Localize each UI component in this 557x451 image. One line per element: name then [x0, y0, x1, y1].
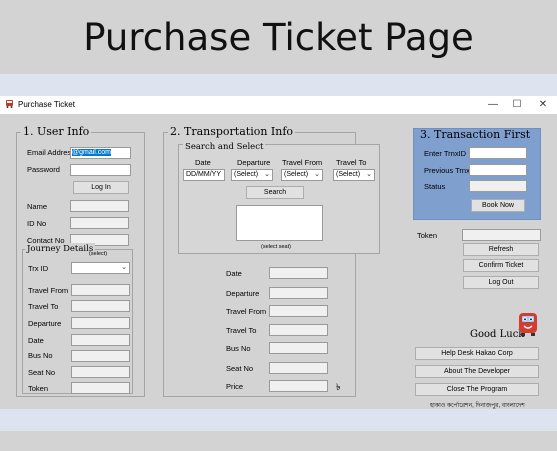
- close-window-button[interactable]: ✕: [532, 97, 554, 113]
- refresh-button[interactable]: Refresh: [463, 243, 539, 256]
- close-program-button[interactable]: Close The Program: [415, 383, 539, 396]
- currency-symbol: ৳: [336, 382, 341, 392]
- from-select-value: (Select): [284, 171, 309, 178]
- user-info-title: 1. User Info: [21, 125, 92, 138]
- date-input[interactable]: DD/MM/YY: [183, 169, 225, 181]
- trans-label-date: Date: [226, 269, 242, 278]
- journey-field-token[interactable]: [71, 382, 130, 394]
- trans-label-bus: Bus No: [226, 344, 251, 353]
- journey-select-hint: (select): [89, 251, 108, 257]
- trans-field-bus[interactable]: [269, 342, 328, 354]
- email-field[interactable]: @gmail.com: [70, 147, 131, 159]
- journey-field-from[interactable]: [71, 284, 130, 296]
- col-departure-label: Departure: [237, 158, 271, 167]
- journey-details-panel: Journey Details (select) Trx ID ⌄ Travel…: [22, 243, 133, 394]
- bottom-strip: [0, 409, 557, 431]
- id-label: ID No: [27, 219, 47, 228]
- login-button[interactable]: Log In: [73, 181, 129, 194]
- status-field[interactable]: [469, 180, 527, 192]
- transaction-panel: 3. Transaction First Enter TrnxID Previo…: [413, 128, 541, 220]
- chevron-down-icon: ⌄: [264, 171, 270, 178]
- prev-trnx-field[interactable]: [469, 164, 527, 176]
- chevron-down-icon: ⌄: [121, 264, 127, 271]
- bus-mascot-icon: [519, 313, 537, 336]
- trnx-id-label: Enter TrnxID: [424, 149, 467, 158]
- departure-select-value: (Select): [234, 171, 259, 178]
- seat-list[interactable]: [236, 205, 323, 241]
- from-select[interactable]: (Select) ⌄: [281, 169, 323, 181]
- window-title: Purchase Ticket: [18, 100, 75, 109]
- journey-field-date[interactable]: [71, 334, 130, 346]
- confirm-ticket-button[interactable]: Confirm Ticket: [463, 259, 539, 272]
- about-developer-button[interactable]: About The Developer: [415, 365, 539, 378]
- top-strip: [0, 74, 557, 96]
- password-field[interactable]: [70, 164, 131, 176]
- minimize-button[interactable]: —: [482, 97, 504, 113]
- id-field[interactable]: [70, 217, 129, 229]
- col-date-label: Date: [195, 158, 211, 167]
- journey-label-from: Travel From: [28, 286, 69, 295]
- col-from-label: Travel From: [282, 158, 323, 167]
- email-value: @gmail.com: [72, 149, 112, 156]
- token-label: Token: [417, 231, 438, 240]
- transportation-panel: 2. Transportation Info Search and Select…: [163, 126, 380, 397]
- maximize-button[interactable]: ☐: [506, 97, 528, 113]
- user-info-panel: 1. User Info Email Address @gmail.com Pa…: [16, 126, 145, 397]
- trans-field-departure[interactable]: [269, 287, 328, 299]
- to-select[interactable]: (Select) ⌄: [333, 169, 375, 181]
- logout-button[interactable]: Log Out: [463, 276, 539, 289]
- departure-select[interactable]: (Select) ⌄: [231, 169, 273, 181]
- window-titlebar: Purchase Ticket — ☐ ✕: [0, 96, 557, 114]
- trans-label-to: Travel To: [226, 326, 257, 335]
- journey-label-bus: Bus No: [28, 351, 53, 360]
- trans-label-price: Price: [226, 382, 244, 391]
- page-title: Purchase Ticket Page: [83, 16, 474, 59]
- trnx-id-field[interactable]: [469, 147, 527, 159]
- transportation-title: 2. Transportation Info: [168, 125, 296, 138]
- trx-id-select[interactable]: ⌄: [71, 262, 130, 274]
- trans-field-price[interactable]: [269, 380, 328, 392]
- chevron-down-icon: ⌄: [366, 171, 372, 178]
- app-icon: [6, 100, 13, 108]
- trans-field-date[interactable]: [269, 267, 328, 279]
- name-field[interactable]: [70, 200, 129, 212]
- journey-label-token: Token: [28, 384, 49, 393]
- token-field[interactable]: [462, 229, 541, 241]
- search-select-panel: Search and Select Date Departure Travel …: [178, 141, 380, 254]
- name-label: Name: [27, 202, 48, 211]
- journey-field-seat[interactable]: [71, 366, 130, 378]
- window-client: 1. User Info Email Address @gmail.com Pa…: [0, 114, 557, 409]
- trans-label-departure: Departure: [226, 289, 260, 298]
- chevron-down-icon: ⌄: [314, 171, 320, 178]
- seat-hint: (select seat): [261, 244, 291, 250]
- journey-field-bus[interactable]: [71, 350, 130, 362]
- trans-field-to[interactable]: [269, 324, 328, 336]
- journey-label-date: Date: [28, 336, 44, 345]
- trans-field-from[interactable]: [269, 305, 328, 317]
- journey-field-to[interactable]: [71, 300, 130, 312]
- book-now-button[interactable]: Book Now: [471, 199, 525, 212]
- status-label: Status: [424, 182, 446, 191]
- journey-label-seat: Seat No: [28, 368, 56, 377]
- journey-details-title: Journey Details: [25, 243, 96, 255]
- journey-field-departure[interactable]: [71, 317, 130, 329]
- help-desk-button[interactable]: Help Desk Hakao Corp: [415, 347, 539, 360]
- search-button[interactable]: Search: [246, 186, 304, 199]
- to-select-value: (Select): [336, 171, 361, 178]
- journey-label-departure: Departure: [28, 319, 62, 328]
- trans-label-seat: Seat No: [226, 364, 254, 373]
- journey-label-to: Travel To: [28, 302, 59, 311]
- email-label: Email Address: [27, 148, 75, 157]
- trx-id-label: Trx ID: [28, 264, 49, 273]
- transaction-title: 3. Transaction First: [420, 128, 531, 141]
- search-select-title: Search and Select: [183, 141, 266, 153]
- password-label: Password: [27, 165, 60, 174]
- col-to-label: Travel To: [336, 158, 367, 167]
- trans-label-from: Travel From: [226, 307, 267, 316]
- trans-field-seat[interactable]: [269, 362, 328, 374]
